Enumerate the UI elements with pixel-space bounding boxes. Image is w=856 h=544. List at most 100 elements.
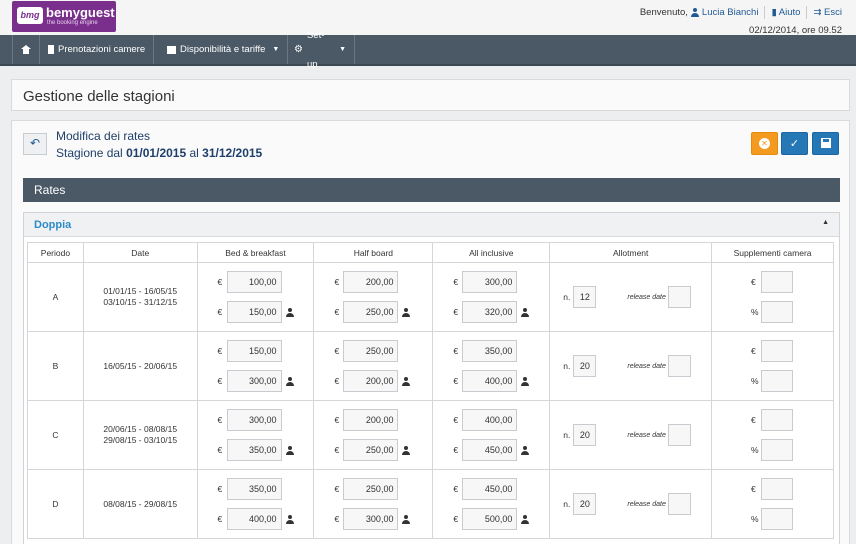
date-cell: 20/06/15 - 08/08/15 29/08/15 - 03/10/15 bbox=[82, 400, 198, 470]
ai-single-price-input[interactable]: 450,00 bbox=[462, 439, 518, 461]
release-date-input[interactable] bbox=[667, 493, 691, 515]
ai-price-input[interactable]: 400,00 bbox=[462, 409, 518, 431]
supplement-percent-input[interactable] bbox=[761, 439, 793, 461]
supplement-amount-input[interactable] bbox=[761, 340, 793, 362]
bb-cell: €150,00 €300,00 bbox=[196, 331, 315, 401]
percent-label: % bbox=[751, 307, 759, 317]
allotment-cell: n. 20 release date bbox=[549, 331, 713, 401]
currency: € bbox=[453, 445, 459, 455]
date-range: 29/08/15 - 03/10/15 bbox=[103, 435, 178, 445]
ai-single-price-input[interactable]: 400,00 bbox=[462, 370, 518, 392]
rates-table: Periodo Date Bed & breakfast Half board … bbox=[27, 242, 834, 539]
back-button[interactable]: ↶ bbox=[23, 133, 47, 155]
hb-price-input[interactable]: 200,00 bbox=[343, 409, 399, 431]
ai-price-input[interactable]: 450,00 bbox=[462, 478, 518, 500]
period-cell: B bbox=[27, 331, 84, 401]
bb-price-input[interactable]: 350,00 bbox=[226, 478, 282, 500]
currency: € bbox=[217, 346, 223, 356]
bb-single-price-input[interactable]: 350,00 bbox=[226, 439, 282, 461]
nav-disponibilita[interactable]: Disponibilità e tariffe ▼ bbox=[159, 35, 289, 64]
currency: € bbox=[334, 376, 340, 386]
bb-cell: €350,00 €400,00 bbox=[196, 469, 315, 539]
ai-single-price-input[interactable]: 320,00 bbox=[462, 301, 518, 323]
ai-price-input[interactable]: 350,00 bbox=[462, 340, 518, 362]
bb-price-input[interactable]: 300,00 bbox=[226, 409, 282, 431]
hb-price-input[interactable]: 250,00 bbox=[343, 340, 399, 362]
allotment-input[interactable]: 20 bbox=[573, 355, 597, 377]
person-icon bbox=[521, 376, 530, 386]
bb-single-price-input[interactable]: 300,00 bbox=[226, 370, 282, 392]
period-cell: C bbox=[27, 400, 84, 470]
nav-setup[interactable]: ⚙ Set-up ▼ bbox=[286, 30, 355, 70]
bemyguest-logo[interactable]: bmg bemyguest the booking engine bbox=[12, 1, 116, 32]
allotment-input[interactable]: 20 bbox=[573, 493, 597, 515]
supplement-amount-input[interactable] bbox=[761, 271, 793, 293]
home-icon bbox=[21, 45, 31, 54]
save-button[interactable] bbox=[812, 132, 839, 155]
currency: € bbox=[751, 346, 756, 356]
cancel-button[interactable]: ✕ bbox=[751, 132, 778, 155]
bb-single-price-input[interactable]: 400,00 bbox=[226, 508, 282, 530]
ai-price-input[interactable]: 300,00 bbox=[462, 271, 518, 293]
hb-cell: €200,00 €250,00 bbox=[313, 262, 434, 332]
table-row: C 20/06/15 - 08/08/15 29/08/15 - 03/10/1… bbox=[27, 400, 834, 470]
title-panel: Gestione delle stagioni bbox=[11, 79, 850, 111]
period-cell: D bbox=[27, 469, 84, 539]
release-date-input[interactable] bbox=[667, 286, 691, 308]
release-date-label: release date bbox=[627, 500, 666, 508]
hb-price-input[interactable]: 200,00 bbox=[343, 271, 399, 293]
main-panel: ↶ Modifica dei rates Stagione dal 01/01/… bbox=[11, 120, 850, 544]
currency: € bbox=[453, 514, 459, 524]
help-link[interactable]: ▮ Aiuto bbox=[771, 7, 800, 18]
confirm-button[interactable]: ✓ bbox=[781, 132, 808, 155]
percent-label: % bbox=[751, 445, 759, 455]
season-to: 31/12/2015 bbox=[202, 146, 263, 160]
supplement-percent-input[interactable] bbox=[761, 301, 793, 323]
allotment-input[interactable]: 12 bbox=[573, 286, 597, 308]
user-link[interactable]: Lucia Bianchi bbox=[702, 7, 759, 18]
col-header: Allotment bbox=[549, 242, 713, 263]
collapse-icon[interactable]: ▲ bbox=[822, 219, 829, 226]
gear-icon: ⚙ bbox=[294, 44, 303, 55]
hb-single-price-input[interactable]: 300,00 bbox=[343, 508, 399, 530]
nav-prenotazioni[interactable]: Prenotazioni camere bbox=[40, 35, 155, 64]
date-range: 20/06/15 - 08/08/15 bbox=[103, 424, 178, 434]
logo-name: bemyguest bbox=[46, 5, 115, 20]
bb-price-input[interactable]: 150,00 bbox=[226, 340, 282, 362]
nav-label: Prenotazioni camere bbox=[58, 44, 146, 55]
bb-price-input[interactable]: 100,00 bbox=[226, 271, 282, 293]
page-title: Gestione delle stagioni bbox=[23, 88, 175, 105]
currency: € bbox=[453, 415, 459, 425]
currency: € bbox=[751, 415, 756, 425]
season-mid: al bbox=[189, 146, 199, 160]
hb-single-price-input[interactable]: 250,00 bbox=[343, 301, 399, 323]
supplement-percent-input[interactable] bbox=[761, 370, 793, 392]
release-date-input[interactable] bbox=[667, 355, 691, 377]
ai-single-price-input[interactable]: 500,00 bbox=[462, 508, 518, 530]
bb-single-price-input[interactable]: 150,00 bbox=[226, 301, 282, 323]
supplement-amount-input[interactable] bbox=[761, 478, 793, 500]
person-icon bbox=[285, 376, 294, 386]
hb-single-price-input[interactable]: 200,00 bbox=[343, 370, 399, 392]
divider bbox=[806, 6, 808, 19]
supplement-amount-input[interactable] bbox=[761, 409, 793, 431]
col-header: All inclusive bbox=[432, 242, 551, 263]
bb-cell: €300,00 €350,00 bbox=[196, 400, 315, 470]
nav-label: Set-up bbox=[306, 29, 325, 70]
exit-link[interactable]: ⇉ Esci bbox=[813, 7, 842, 18]
check-icon: ✓ bbox=[789, 138, 800, 150]
allotment-input[interactable]: 20 bbox=[573, 424, 597, 446]
nav-home[interactable] bbox=[12, 35, 40, 64]
person-icon bbox=[402, 376, 411, 386]
release-date-input[interactable] bbox=[667, 424, 691, 446]
n-label: n. bbox=[563, 292, 571, 302]
ai-cell: €350,00 €400,00 bbox=[432, 331, 551, 401]
hb-single-price-input[interactable]: 250,00 bbox=[343, 439, 399, 461]
hb-price-input[interactable]: 250,00 bbox=[343, 478, 399, 500]
supplement-percent-input[interactable] bbox=[761, 508, 793, 530]
person-icon bbox=[285, 514, 294, 524]
person-icon bbox=[521, 445, 530, 455]
doppia-header[interactable]: Doppia ▲ bbox=[24, 213, 839, 237]
table-row: B 16/05/15 - 20/06/15 €150,00 €300,00 €2… bbox=[27, 331, 834, 401]
nav-label: Disponibilità e tariffe bbox=[180, 44, 266, 55]
